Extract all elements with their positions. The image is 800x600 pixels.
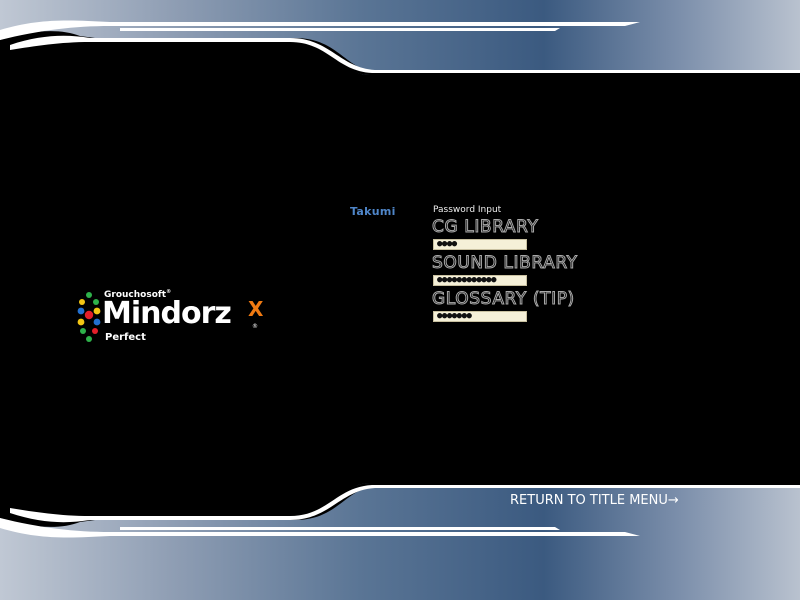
logo-edition: Perfect bbox=[105, 332, 146, 343]
sound-library-password-field[interactable]: ●●●●●●●●●●●● bbox=[433, 275, 527, 286]
cg-library-password-field[interactable]: ●●●● bbox=[433, 239, 527, 250]
bottom-frame-band bbox=[0, 483, 800, 600]
game-logo: Grouchosoft® Mindorz X ® Perfect bbox=[76, 289, 276, 349]
sound-library-title: SOUND LIBRARY bbox=[432, 253, 578, 274]
logo-title-suffix: X bbox=[248, 297, 264, 321]
glossary-password-field[interactable]: ●●●●●●● bbox=[433, 311, 527, 322]
glossary-title: GLOSSARY (TIP) bbox=[432, 289, 575, 310]
player-name: Takumi bbox=[350, 205, 396, 218]
molecule-icon bbox=[77, 292, 101, 342]
cg-library-title: CG LIBRARY bbox=[431, 217, 539, 238]
password-input-heading: Password Input bbox=[433, 205, 502, 215]
registered-mark: ® bbox=[252, 323, 258, 330]
brand-registered-mark: ® bbox=[166, 289, 172, 295]
return-to-title-button[interactable]: RETURN TO TITLE MENU→ bbox=[510, 493, 679, 508]
logo-title: Mindorz bbox=[102, 296, 232, 331]
top-frame-band bbox=[0, 0, 800, 75]
